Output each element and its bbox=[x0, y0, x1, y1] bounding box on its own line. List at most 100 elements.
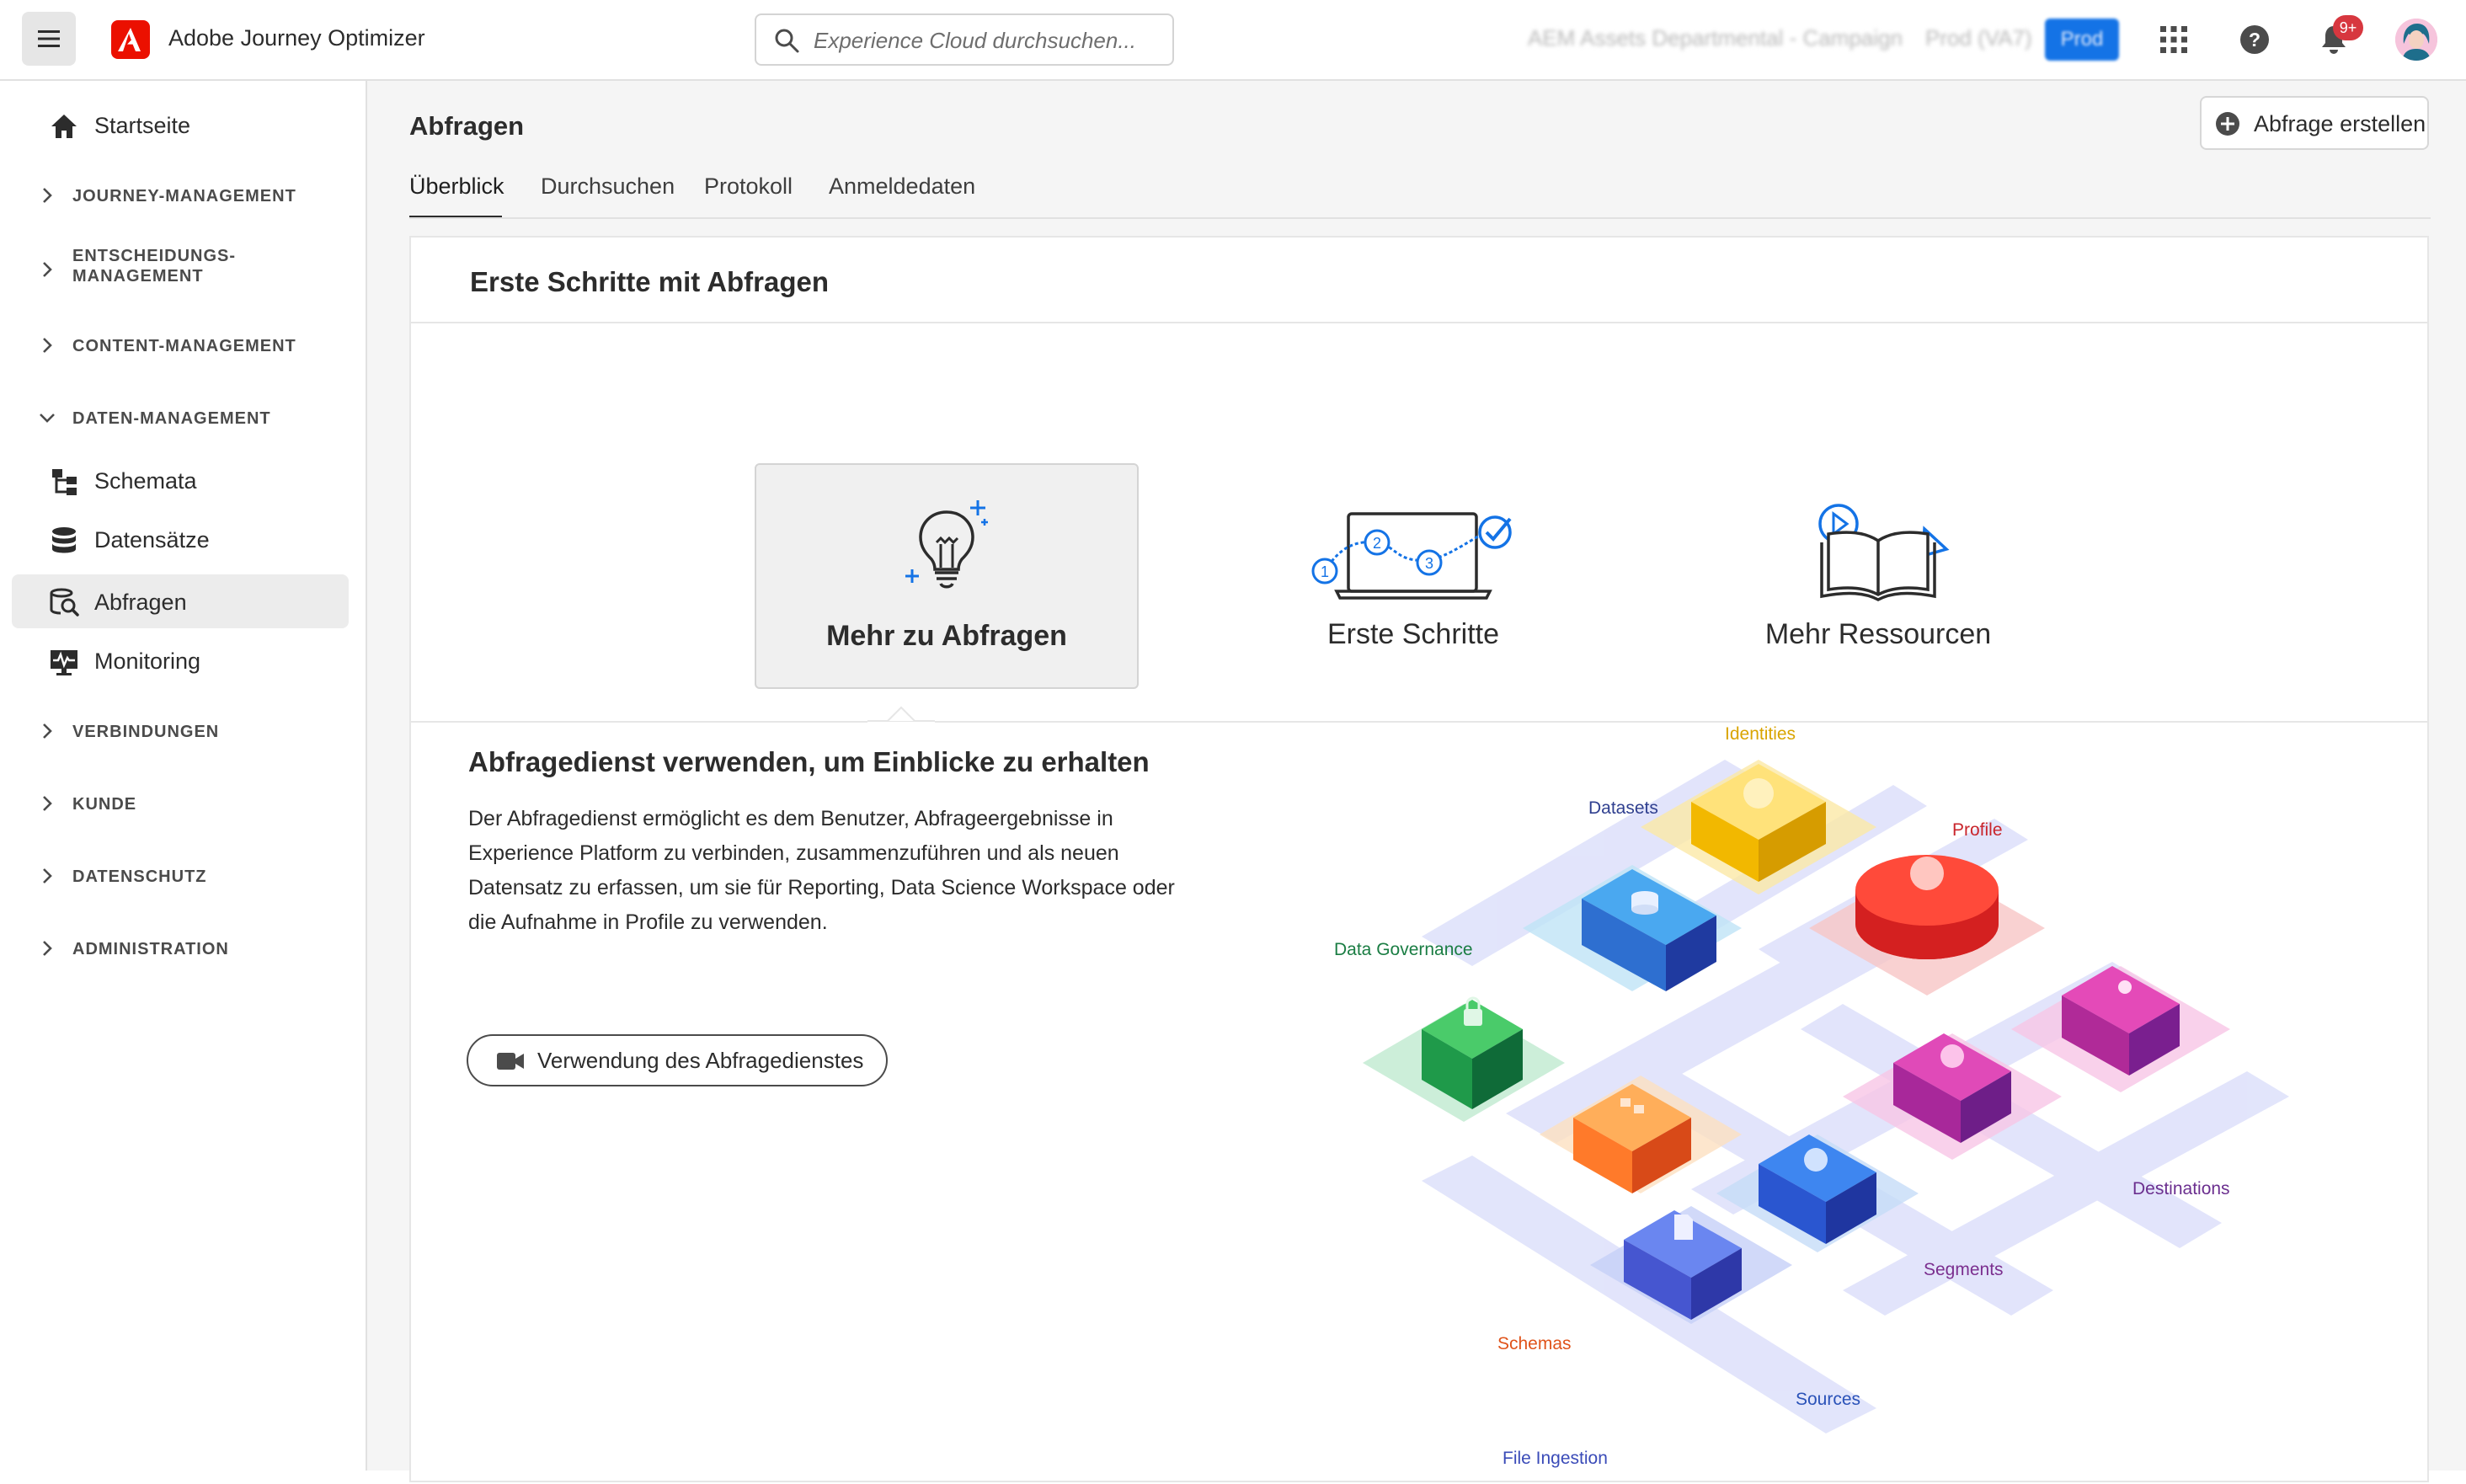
nav-item-monitoring[interactable]: Monitoring bbox=[12, 633, 349, 687]
svg-text:1: 1 bbox=[1321, 563, 1329, 580]
search-input[interactable] bbox=[812, 22, 1161, 59]
avatar[interactable] bbox=[2395, 19, 2437, 61]
nav-item-startseite[interactable]: Startseite bbox=[12, 98, 349, 152]
video-camera-icon bbox=[497, 1053, 524, 1070]
nav-section-label: ENTSCHEIDUNGS- MANAGEMENT bbox=[72, 246, 236, 286]
video-button-label: Verwendung des Abfragedienstes bbox=[537, 1048, 864, 1073]
tab-ueberblick[interactable]: Überblick bbox=[409, 173, 504, 219]
label-profile: Profile bbox=[1952, 820, 2003, 840]
chevron-right-icon bbox=[43, 796, 52, 811]
tab-divider bbox=[409, 217, 2431, 219]
nav-section-label: DATEN-MANAGEMENT bbox=[72, 409, 271, 428]
active-tile-pointer bbox=[867, 706, 935, 736]
label-segments: Segments bbox=[1924, 1260, 2004, 1279]
lightbulb-icon bbox=[905, 500, 988, 589]
home-icon bbox=[51, 115, 77, 138]
help-button[interactable]: ? bbox=[2235, 20, 2274, 59]
org-switcher[interactable]: AEM Assets Departmental - Campaign bbox=[1528, 25, 1903, 51]
create-query-label: Abfrage erstellen bbox=[2254, 111, 2426, 136]
chevron-right-icon bbox=[43, 262, 52, 277]
add-circle-icon bbox=[2216, 112, 2239, 136]
adobe-logo-icon[interactable] bbox=[111, 20, 150, 59]
tab-protokoll[interactable]: Protokoll bbox=[704, 173, 793, 219]
nav-label: Schemata bbox=[94, 468, 197, 494]
getting-started-card: Erste Schritte mit Abfragen Mehr zu Abfr… bbox=[409, 236, 2429, 1482]
tab-label: Protokoll bbox=[704, 173, 793, 199]
top-bar: Adobe Journey Optimizer AEM Assets Depar… bbox=[0, 0, 2466, 81]
nav-section-verbindungen[interactable]: VERBINDUNGEN bbox=[12, 707, 349, 755]
nav-section-label-line1: ENTSCHEIDUNGS- bbox=[72, 247, 237, 265]
svg-text:2: 2 bbox=[1373, 535, 1381, 552]
tile-label: Erste Schritte bbox=[1326, 618, 1500, 650]
nav-label: Datensätze bbox=[94, 527, 210, 552]
schema-icon bbox=[52, 469, 77, 495]
nav-item-abfragen[interactable]: Abfragen bbox=[12, 574, 349, 628]
dataset-icon bbox=[52, 527, 76, 553]
search-icon bbox=[775, 29, 799, 53]
chevron-right-icon bbox=[43, 941, 52, 956]
tab-anmeldedaten[interactable]: Anmeldedaten bbox=[829, 173, 975, 219]
nav-section-label-line2: MANAGEMENT bbox=[72, 267, 204, 286]
nav-section-journey-management[interactable]: JOURNEY-MANAGEMENT bbox=[12, 172, 349, 219]
create-query-button[interactable]: Abfrage erstellen bbox=[2200, 96, 2429, 150]
nav-section-content-management[interactable]: CONTENT-MANAGEMENT bbox=[12, 322, 349, 369]
laptop-steps-icon: 1 2 3 bbox=[1311, 512, 1512, 600]
profile-block bbox=[1855, 855, 1999, 959]
svg-text:3: 3 bbox=[1425, 555, 1433, 572]
platform-illustration: Identities Datasets Profile Data Governa… bbox=[1334, 724, 2289, 1468]
nav-item-datensaetze[interactable]: Datensätze bbox=[12, 512, 349, 566]
label-identities: Identities bbox=[1725, 724, 1796, 744]
nav-section-daten-management[interactable]: DATEN-MANAGEMENT bbox=[12, 394, 349, 441]
tab-label: Anmeldedaten bbox=[829, 173, 976, 199]
nav-section-datenschutz[interactable]: DATENSCHUTZ bbox=[12, 852, 349, 899]
menu-button[interactable] bbox=[22, 12, 76, 66]
nav-label: Abfragen bbox=[94, 590, 187, 615]
search-box[interactable] bbox=[755, 13, 1174, 66]
sandbox-name[interactable]: Prod (VA7) bbox=[1925, 25, 2032, 51]
tile-mehr-zu-abfragen[interactable]: Mehr zu Abfragen bbox=[755, 463, 1139, 689]
help-icon: ? bbox=[2240, 25, 2269, 54]
section-description: Der Abfragedienst ermöglicht es dem Benu… bbox=[468, 807, 1175, 934]
tab-label: Überblick bbox=[409, 173, 504, 199]
label-data-governance: Data Governance bbox=[1334, 940, 1473, 959]
nav-section-label: KUNDE bbox=[72, 795, 137, 814]
tile-label: Mehr zu Abfragen bbox=[826, 620, 1067, 652]
label-sources: Sources bbox=[1796, 1390, 1860, 1409]
nav-section-label: CONTENT-MANAGEMENT bbox=[72, 337, 296, 355]
video-tutorial-button[interactable]: Verwendung des Abfragedienstes bbox=[467, 1034, 888, 1086]
nav-section-label: DATENSCHUTZ bbox=[72, 867, 207, 886]
chevron-down-icon bbox=[40, 414, 55, 423]
nav-section-entscheidungs-management[interactable]: ENTSCHEIDUNGS- MANAGEMENT bbox=[12, 239, 349, 300]
nav-section-label: VERBINDUNGEN bbox=[72, 723, 220, 741]
section-title: Abfragedienst verwenden, um Einblicke zu… bbox=[468, 746, 1150, 777]
page-title: Abfragen bbox=[409, 111, 525, 141]
tab-label: Durchsuchen bbox=[541, 173, 675, 199]
chevron-right-icon bbox=[43, 723, 52, 739]
label-file-ingestion: File Ingestion bbox=[1503, 1449, 1608, 1468]
nav-label: Startseite bbox=[94, 113, 191, 138]
notification-count-badge: 9+ bbox=[2333, 15, 2363, 40]
tab-durchsuchen[interactable]: Durchsuchen bbox=[541, 173, 675, 219]
user-avatar-icon bbox=[2395, 19, 2437, 61]
nav-section-administration[interactable]: ADMINISTRATION bbox=[12, 925, 349, 972]
tile-mehr-ressourcen[interactable]: Mehr Ressourcen bbox=[1686, 463, 2070, 689]
nav-section-kunde[interactable]: KUNDE bbox=[12, 780, 349, 827]
nav-section-label: ADMINISTRATION bbox=[72, 940, 229, 958]
book-play-icon bbox=[1818, 504, 1950, 601]
card-header-divider bbox=[411, 322, 2427, 323]
svg-text:?: ? bbox=[2249, 29, 2260, 51]
app-switcher-button[interactable] bbox=[2154, 20, 2193, 59]
query-icon bbox=[50, 588, 79, 617]
nav-item-schemata[interactable]: Schemata bbox=[12, 453, 349, 507]
tile-label: Mehr Ressourcen bbox=[1764, 618, 1992, 650]
monitoring-icon bbox=[51, 650, 77, 675]
sandbox-badge[interactable]: Prod bbox=[2045, 19, 2119, 61]
left-nav: Startseite JOURNEY-MANAGEMENT ENTSCHEIDU… bbox=[0, 81, 367, 1471]
app-title[interactable]: Adobe Journey Optimizer bbox=[168, 25, 425, 51]
app-switcher-icon bbox=[2160, 26, 2187, 53]
chevron-right-icon bbox=[43, 868, 52, 883]
menu-icon bbox=[38, 30, 60, 47]
label-datasets: Datasets bbox=[1588, 798, 1658, 818]
chevron-right-icon bbox=[43, 188, 52, 203]
tile-erste-schritte[interactable]: 1 2 3 Erste Schritte bbox=[1221, 463, 1605, 689]
